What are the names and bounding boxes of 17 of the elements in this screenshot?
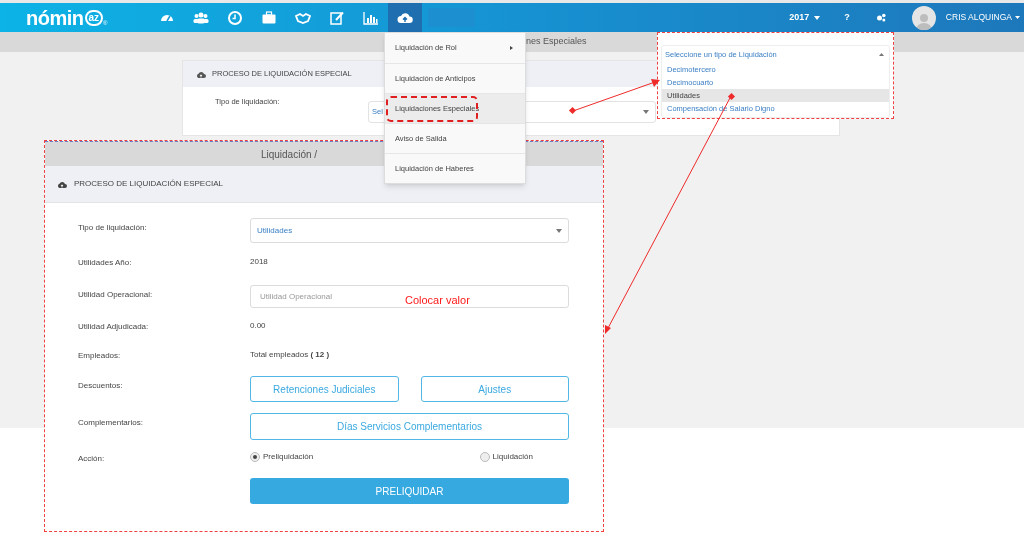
logo-badge: az (84, 9, 104, 26)
field-label: Utilidad Adjudicada: (78, 322, 149, 331)
annotation-text: Colocar valor (405, 293, 470, 308)
field-label: Descuentos: (78, 381, 123, 390)
breadcrumb: Liquidación / (260, 147, 318, 162)
field-label: Tipo de liquidación: (78, 223, 147, 232)
field-label: Utilidad Operacional: (78, 290, 153, 299)
field-label: Empleados: (78, 351, 121, 360)
field-value: 0.00 (250, 320, 266, 332)
logo-text: nómin (26, 7, 84, 28)
panel-title: PROCESO DE LIQUIDACIÓN ESPECIAL (74, 178, 223, 190)
field-value: 2018 (250, 256, 268, 268)
field-label: Complementarios: (78, 418, 143, 427)
page-title: nes Especiales (526, 35, 587, 49)
field-value: Total empleados ( 12 ) (250, 349, 330, 361)
field-label: Utilidades Año: (78, 258, 132, 267)
field-label: Acción: (78, 454, 105, 463)
